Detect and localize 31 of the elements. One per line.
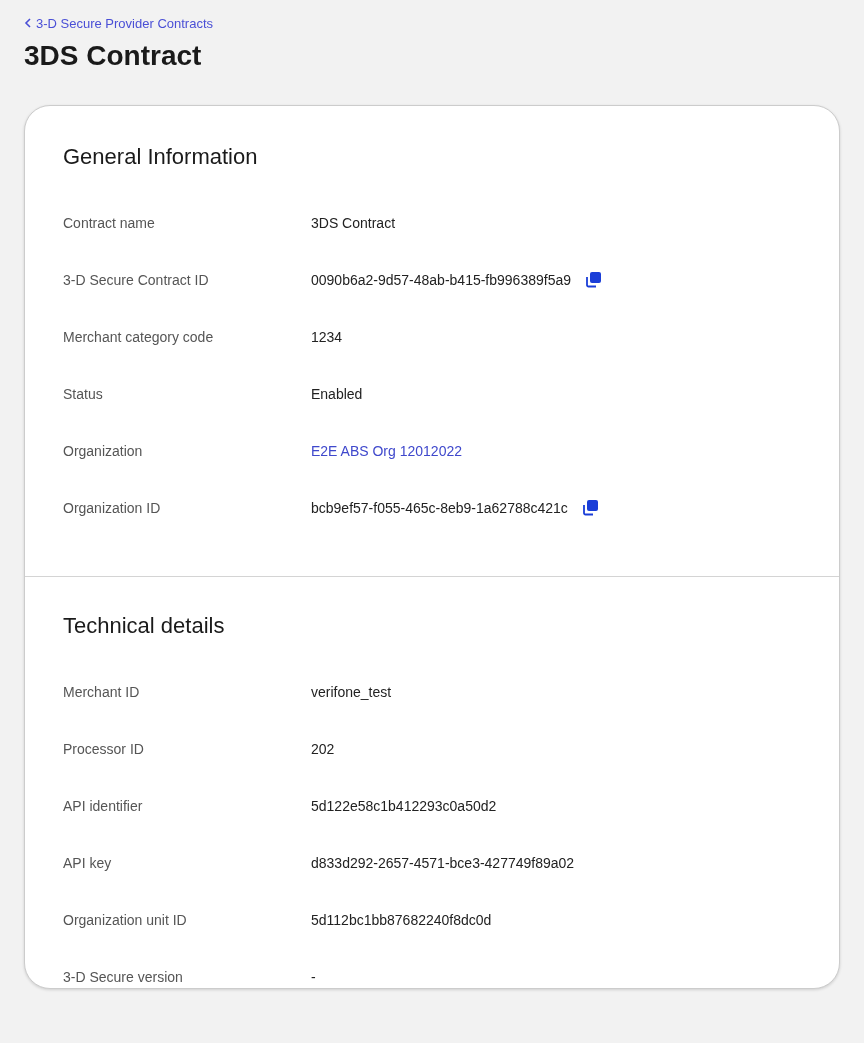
field-value: bcb9ef57-f055-465c-8eb9-1a62788c421c: [311, 499, 568, 516]
section-heading: Technical details: [63, 613, 226, 639]
field-value: 202: [311, 740, 335, 757]
field-label: Organization unit ID: [63, 911, 188, 928]
field-label: API key: [63, 854, 113, 871]
field-label: Merchant ID: [63, 683, 141, 700]
field-label: 3-D Secure Contract ID: [63, 271, 210, 288]
field-label: Merchant category code: [63, 328, 215, 345]
copy-icon[interactable]: [581, 499, 599, 516]
field-value: 3DS Contract: [311, 214, 396, 231]
field-value: 5d112bc1bb87682240f8dc0d: [311, 911, 492, 928]
field-label: Status: [63, 385, 104, 402]
field-label: API identifier: [63, 797, 144, 814]
field-value: 0090b6a2-9d57-48ab-b415-fb996389f5a9: [311, 271, 571, 288]
field-label: Processor ID: [63, 740, 145, 757]
field-label: Organization: [63, 442, 144, 459]
field-label: Contract name: [63, 214, 156, 231]
field-value: d833d292-2657-4571-bce3-427749f89a02: [311, 854, 575, 871]
field-label: 3-D Secure version: [63, 968, 184, 985]
chevron-left-icon: [24, 18, 32, 28]
field-value: verifone_test: [311, 683, 392, 700]
field-label: Organization ID: [63, 499, 162, 516]
page-title: 3DS Contract: [24, 40, 203, 72]
section-heading: General Information: [63, 144, 259, 170]
field-value: Enabled: [311, 385, 363, 402]
field-value: -: [311, 968, 316, 985]
back-link[interactable]: 3-D Secure Provider Contracts: [24, 15, 213, 31]
organization-link[interactable]: E2E ABS Org 12012022: [311, 442, 462, 459]
copy-icon[interactable]: [585, 271, 602, 288]
field-value: 1234: [311, 328, 343, 345]
field-value: 5d122e58c1b412293c0a50d2: [311, 797, 497, 814]
